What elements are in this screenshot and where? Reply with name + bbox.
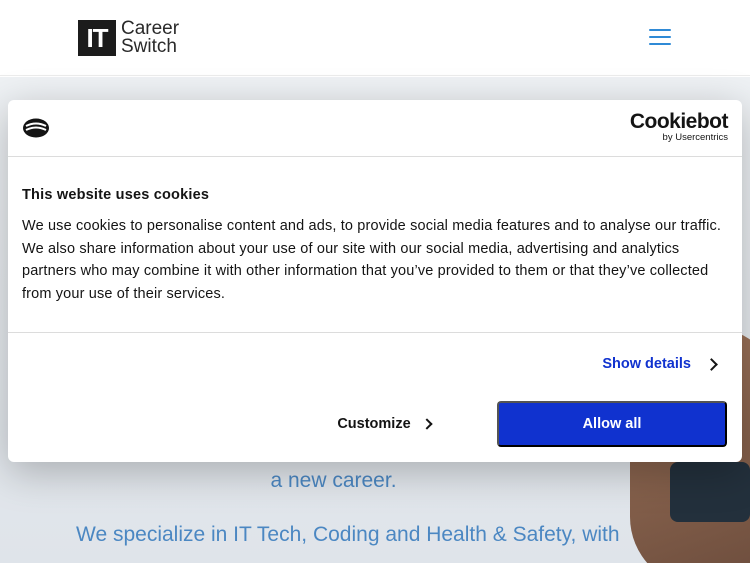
show-details-link[interactable]: Show details <box>602 356 718 372</box>
logo-line-2: Switch <box>121 36 177 57</box>
site-header: IT Career Switch <box>0 0 750 76</box>
hero-text-line-1: a new career. <box>270 469 397 492</box>
cookie-dialog-header: Cookiebot by Usercentrics <box>8 100 742 157</box>
allow-all-button-label: Allow all <box>582 416 642 432</box>
cookiebot-brand-sub: by Usercentrics <box>662 132 728 143</box>
cookiebot-logo[interactable]: Cookiebot by Usercentrics <box>629 110 729 143</box>
hero-device-image <box>670 462 750 522</box>
cookiebot-brand-name: Cookiebot <box>629 110 729 133</box>
site-logo[interactable]: IT Career Switch <box>78 19 179 57</box>
chevron-right-icon <box>705 357 718 371</box>
logo-mark: IT <box>78 20 116 56</box>
hero-text-line-2: We specialize in IT Tech, Coding and Hea… <box>76 523 620 546</box>
hamburger-menu-icon[interactable] <box>649 29 671 45</box>
cookie-dialog-actions: Customize Allow all <box>8 401 742 447</box>
customize-button-label: Customize <box>337 416 411 432</box>
chevron-right-icon <box>420 418 433 430</box>
allow-all-button[interactable]: Allow all <box>497 401 727 447</box>
cookie-dialog-text: We use cookies to personalise content an… <box>22 218 722 302</box>
cookie-dialog-body: This website uses cookies We use cookies… <box>8 157 742 333</box>
show-details-label: Show details <box>602 356 691 372</box>
cookie-consent-dialog: Cookiebot by Usercentrics This website u… <box>8 100 742 462</box>
cookie-dialog-title: This website uses cookies <box>22 187 210 203</box>
logo-wordmark: Career Switch <box>121 19 179 57</box>
customize-button[interactable]: Customize <box>272 401 496 447</box>
cookie-icon <box>23 118 49 138</box>
